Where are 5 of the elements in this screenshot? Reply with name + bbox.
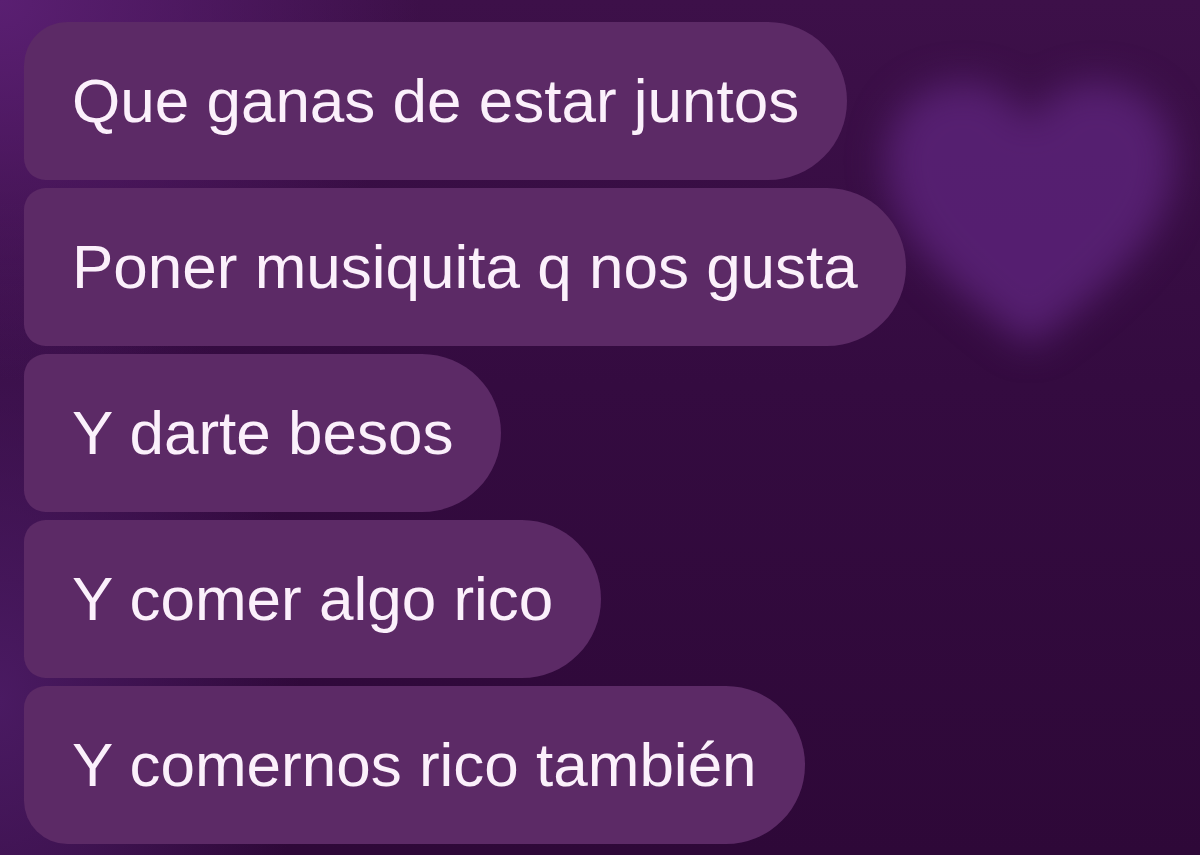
message-bubble: Poner musiquita q nos gusta [24, 188, 906, 346]
message-bubble: Y comernos rico también [24, 686, 805, 844]
message-bubble: Que ganas de estar juntos [24, 22, 848, 180]
message-bubble: Y darte besos [24, 354, 502, 512]
message-bubble: Y comer algo rico [24, 520, 602, 678]
